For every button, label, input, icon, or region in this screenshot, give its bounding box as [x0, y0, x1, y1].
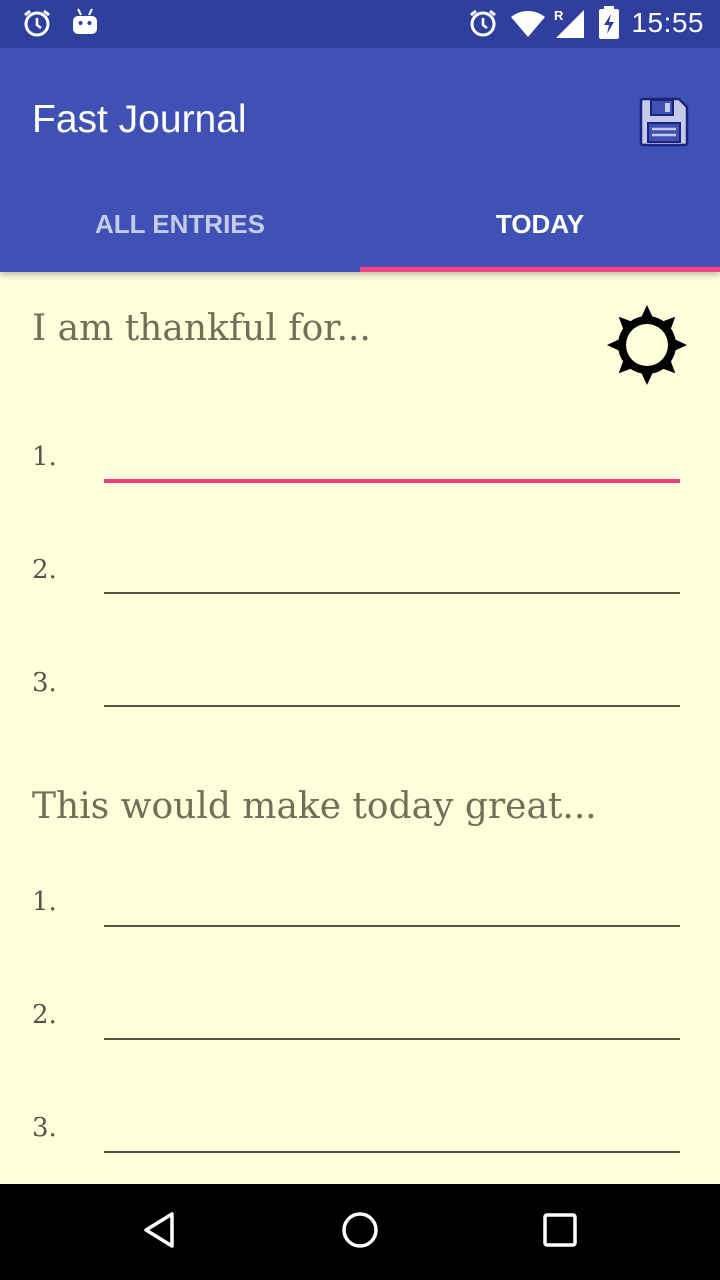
thankful-input-1[interactable]	[104, 433, 680, 483]
signal-roaming-icon: R	[552, 6, 586, 45]
home-button[interactable]	[328, 1200, 392, 1264]
status-time: 15:55	[631, 7, 704, 38]
home-icon	[340, 1210, 380, 1255]
thankful-number-3: 3.	[32, 668, 57, 698]
back-icon	[140, 1210, 180, 1255]
thankful-number-1: 1.	[32, 442, 57, 472]
recents-button[interactable]	[528, 1200, 592, 1264]
tab-today[interactable]: TODAY	[360, 176, 720, 272]
navigation-bar	[0, 1184, 720, 1280]
alarm-icon	[22, 8, 52, 43]
tab-label: TODAY	[495, 208, 585, 239]
tab-label: ALL ENTRIES	[95, 208, 265, 239]
tab-all-entries[interactable]: ALL ENTRIES	[0, 176, 360, 272]
battery-charging-icon	[598, 6, 620, 45]
great-number-1: 1.	[32, 887, 57, 917]
floppy-disk-icon	[639, 97, 689, 152]
status-bar: R 15:55	[0, 0, 720, 48]
great-title: This would make today great...	[32, 786, 597, 827]
thankful-number-2: 2.	[32, 555, 57, 585]
tab-indicator	[360, 267, 720, 272]
great-number-2: 2.	[32, 1000, 57, 1030]
alarm-icon	[468, 8, 498, 43]
wifi-icon	[510, 10, 546, 43]
great-input-3[interactable]	[104, 1103, 680, 1153]
sun-icon[interactable]	[606, 304, 688, 386]
back-button[interactable]	[128, 1200, 192, 1264]
thankful-title: I am thankful for...	[32, 308, 371, 349]
save-button[interactable]	[632, 92, 696, 156]
recents-icon	[540, 1210, 580, 1255]
thankful-input-2[interactable]	[104, 544, 680, 594]
android-icon	[72, 8, 98, 41]
journal-page: I am thankful for... 1. 2. 3. This would…	[0, 272, 720, 1184]
tab-bar: ALL ENTRIES TODAY	[0, 176, 720, 272]
great-input-1[interactable]	[104, 877, 680, 927]
great-number-3: 3.	[32, 1113, 57, 1143]
app-bar: Fast Journal ALL ENTRIES TODAY	[0, 48, 720, 272]
app-title: Fast Journal	[32, 98, 247, 141]
thankful-input-3[interactable]	[104, 657, 680, 707]
great-input-2[interactable]	[104, 990, 680, 1040]
svg-text:R: R	[554, 8, 564, 23]
